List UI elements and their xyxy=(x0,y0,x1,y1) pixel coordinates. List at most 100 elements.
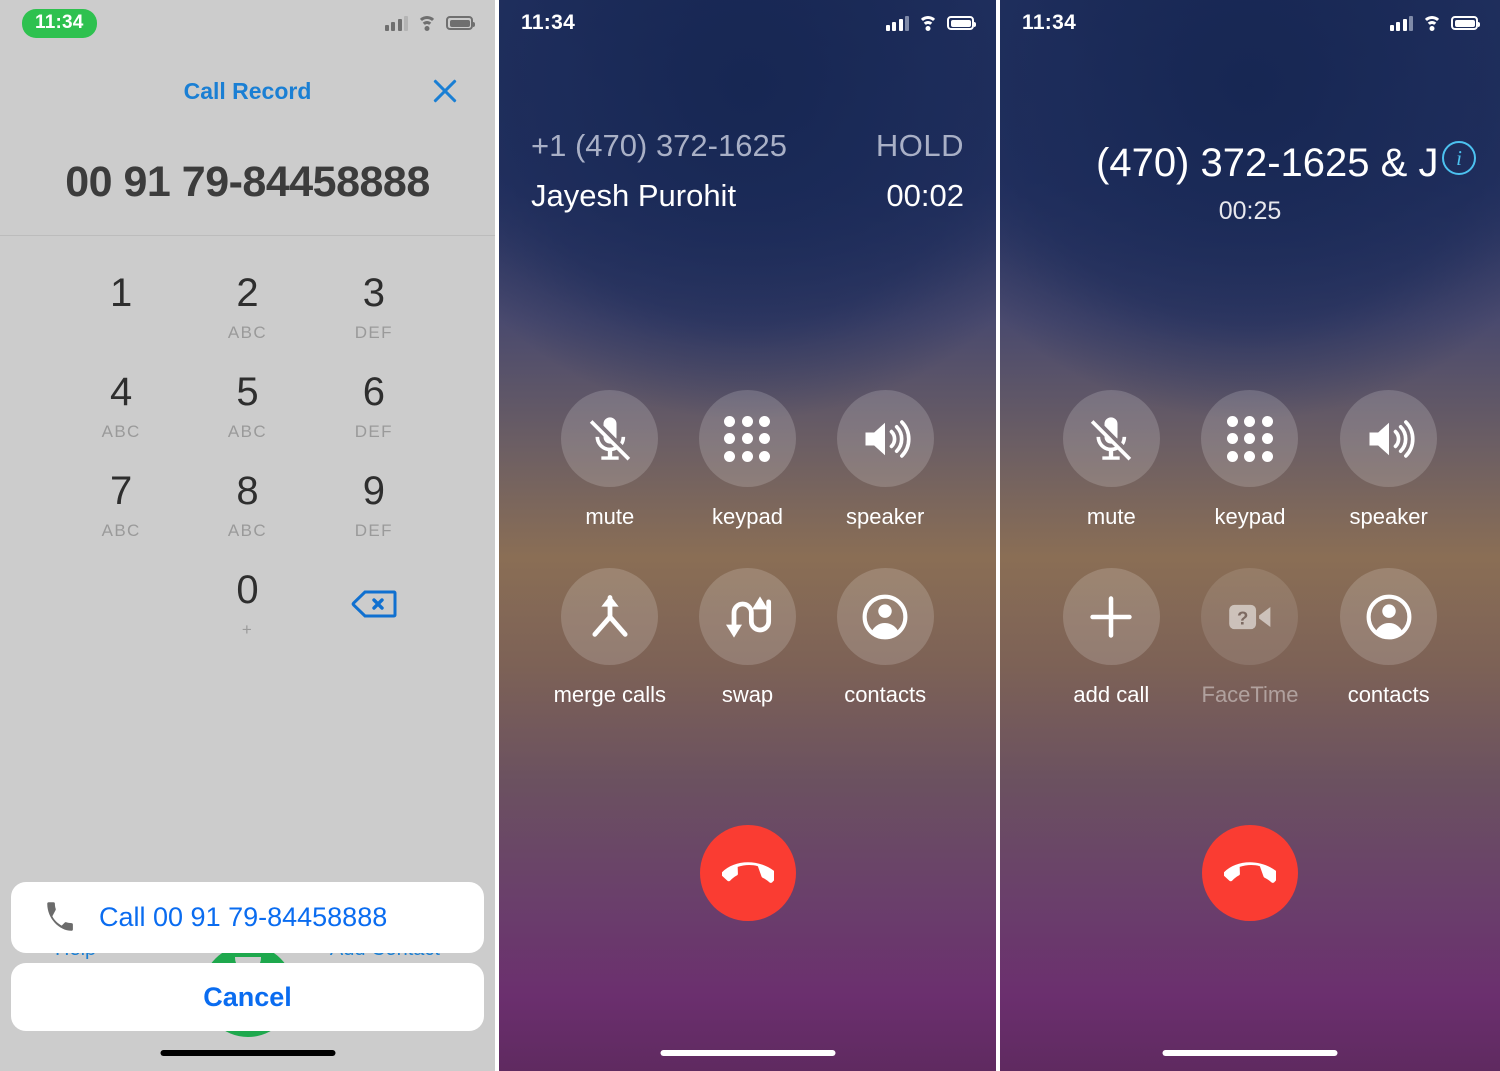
merge-calls-button[interactable]: merge calls xyxy=(541,568,679,708)
mute-microphone-icon xyxy=(1091,416,1132,460)
contacts-person-icon xyxy=(862,594,908,639)
control-label: keypad xyxy=(1214,504,1286,529)
status-indicators xyxy=(384,15,475,31)
key-letters: + xyxy=(241,620,254,639)
key-0[interactable]: 0 + xyxy=(184,563,310,644)
dialed-number: 00 91 79-84458888 xyxy=(65,158,430,206)
key-letters: ABC xyxy=(227,323,268,342)
key-digit: 5 xyxy=(236,370,259,414)
phone-icon xyxy=(47,901,73,931)
status-time: 11:34 xyxy=(1022,11,1077,34)
add-call-button[interactable]: add call xyxy=(1042,568,1181,708)
swap-button[interactable]: swap xyxy=(679,568,817,708)
status-time-pill: 11:34 xyxy=(22,8,97,38)
info-icon[interactable]: i xyxy=(1442,141,1476,175)
cancel-label: Cancel xyxy=(203,981,292,1012)
speaker-button[interactable]: speaker xyxy=(816,390,954,530)
facetime-video-icon: ? xyxy=(1229,604,1271,629)
home-indicator xyxy=(160,1050,335,1056)
control-label: FaceTime xyxy=(1201,682,1299,707)
key-digit: 9 xyxy=(362,469,385,513)
add-call-plus-icon xyxy=(1090,595,1133,638)
keypad-grid-icon xyxy=(1226,415,1273,462)
active-call-timer: 00:02 xyxy=(886,178,964,213)
key-letters: ABC xyxy=(101,521,141,540)
key-letters: DEF xyxy=(354,521,393,540)
control-label: mute xyxy=(585,504,635,529)
hold-status-badge: HOLD xyxy=(875,128,964,163)
key-digit: 4 xyxy=(110,370,133,414)
key-8[interactable]: 8 ABC xyxy=(184,464,310,545)
contacts-button[interactable]: contacts xyxy=(1319,568,1458,708)
mute-button[interactable]: mute xyxy=(541,390,679,530)
mute-microphone-icon xyxy=(589,416,630,460)
control-label: contacts xyxy=(844,682,927,707)
key-6[interactable]: 6 DEF xyxy=(311,365,437,446)
speaker-icon xyxy=(1369,419,1415,458)
cellular-signal-icon xyxy=(1389,15,1413,31)
speaker-button[interactable]: speaker xyxy=(1319,390,1458,530)
control-label: keypad xyxy=(712,504,783,529)
backspace-icon[interactable] xyxy=(351,589,397,619)
keypad-grid-icon xyxy=(724,415,771,462)
page-title: Call Record xyxy=(183,78,312,104)
keypad-button[interactable]: keypad xyxy=(1181,390,1320,530)
key-digit: 3 xyxy=(362,271,385,315)
cancel-button[interactable]: Cancel xyxy=(11,963,484,1031)
end-call-icon xyxy=(721,862,774,883)
key-digit: 8 xyxy=(236,469,259,513)
held-call-number: +1 (470) 372-1625 xyxy=(531,128,787,163)
call-controls-grid: mute keypad xyxy=(499,390,996,708)
wifi-icon xyxy=(1422,15,1442,31)
key-2[interactable]: 2 ABC xyxy=(184,266,310,347)
status-indicators xyxy=(1389,15,1480,31)
held-call-row[interactable]: +1 (470) 372-1625 HOLD xyxy=(531,128,964,164)
call-action-label: Call 00 91 79-84458888 xyxy=(99,902,388,932)
end-call-icon xyxy=(1224,862,1276,883)
screenshot-panels: 11:34 Call Record 00 91 79-84458888 1 2 … xyxy=(0,0,1500,1071)
key-digit: 2 xyxy=(236,271,259,315)
control-label: contacts xyxy=(1347,682,1430,707)
key-digit: 1 xyxy=(110,271,133,315)
control-label: add call xyxy=(1073,682,1150,707)
mute-button[interactable]: mute xyxy=(1042,390,1181,530)
active-caller-name: Jayesh Purohit xyxy=(531,178,737,213)
status-bar: 11:34 xyxy=(0,0,495,46)
control-label: mute xyxy=(1086,504,1136,529)
control-label: speaker xyxy=(1349,504,1428,529)
key-9[interactable]: 9 DEF xyxy=(311,464,437,545)
control-label: merge calls xyxy=(553,682,667,707)
cellular-signal-icon xyxy=(384,15,408,31)
key-1[interactable]: 1 xyxy=(58,266,184,347)
svg-text:?: ? xyxy=(1237,607,1248,628)
key-letters: DEF xyxy=(354,323,393,342)
key-3[interactable]: 3 DEF xyxy=(311,266,437,347)
home-indicator xyxy=(660,1050,835,1056)
key-4[interactable]: 4 ABC xyxy=(58,365,184,446)
key-5[interactable]: 5 ABC xyxy=(184,365,310,446)
call-action-button[interactable]: Call 00 91 79-84458888 xyxy=(11,882,484,953)
key-letters: DEF xyxy=(354,422,393,441)
merged-call-title: (470) 372-1625 & Ja xyxy=(1096,140,1440,185)
contacts-button[interactable]: contacts xyxy=(816,568,954,708)
status-time: 11:34 xyxy=(521,11,576,34)
key-digit: 0 xyxy=(236,568,259,612)
active-call-screen: 11:34 +1 (470) 372-1625 HOLD Jayesh Puro… xyxy=(499,0,996,1071)
battery-icon xyxy=(1451,16,1480,30)
key-letters: ABC xyxy=(101,422,141,441)
end-call-button[interactable] xyxy=(699,825,796,921)
key-7[interactable]: 7 ABC xyxy=(58,464,184,545)
facetime-button[interactable]: ? FaceTime xyxy=(1181,568,1320,708)
key-digit: 6 xyxy=(362,370,385,414)
status-indicators xyxy=(885,15,976,31)
control-label: swap xyxy=(721,682,774,707)
key-digit: 7 xyxy=(110,469,133,513)
status-bar: 11:34 xyxy=(499,0,996,46)
active-call-row: Jayesh Purohit 00:02 xyxy=(531,178,964,214)
swap-icon xyxy=(726,595,772,638)
key-letters xyxy=(58,323,184,343)
call-controls-grid: mute keypad xyxy=(1000,390,1500,708)
keypad-button[interactable]: keypad xyxy=(679,390,817,530)
end-call-button[interactable] xyxy=(1202,825,1298,921)
close-icon[interactable] xyxy=(430,76,460,106)
